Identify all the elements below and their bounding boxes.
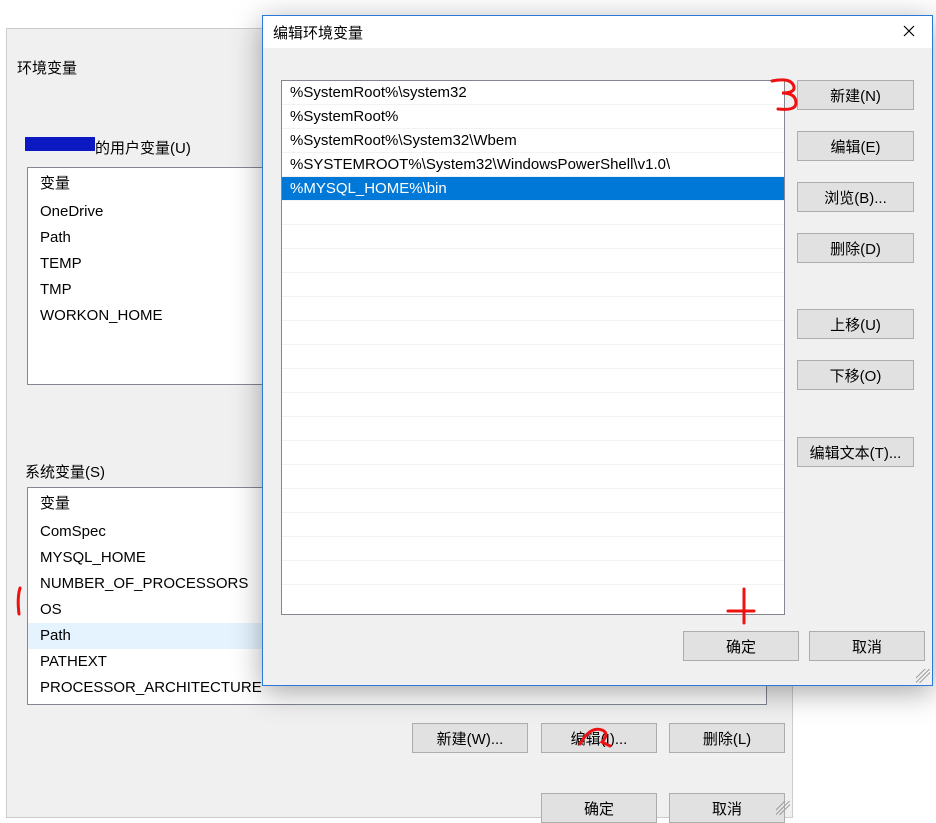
path-entry-row[interactable]: %SystemRoot% <box>282 105 784 129</box>
path-entry-row[interactable]: %SystemRoot%\System32\Wbem <box>282 129 784 153</box>
resize-grip-icon[interactable] <box>776 801 790 815</box>
path-entry-empty[interactable] <box>282 513 784 537</box>
delete-button[interactable]: 删除(D) <box>797 233 914 263</box>
cancel-button[interactable]: 取消 <box>669 793 785 823</box>
path-entry-empty[interactable] <box>282 201 784 225</box>
path-entry-empty[interactable] <box>282 561 784 585</box>
path-entry-empty[interactable] <box>282 225 784 249</box>
ok-button[interactable]: 确定 <box>683 631 799 661</box>
delete-button[interactable]: 删除(L) <box>669 723 785 753</box>
path-entry-empty[interactable] <box>282 465 784 489</box>
system-vars-label: 系统变量(S) <box>25 461 105 482</box>
edit-button[interactable]: 编辑(E) <box>797 131 914 161</box>
browse-button[interactable]: 浏览(B)... <box>797 182 914 212</box>
path-entry-empty[interactable] <box>282 273 784 297</box>
new-button[interactable]: 新建(W)... <box>412 723 528 753</box>
path-entry-empty[interactable] <box>282 489 784 513</box>
path-entry-empty[interactable] <box>282 345 784 369</box>
path-entry-empty[interactable] <box>282 537 784 561</box>
path-entry-empty[interactable] <box>282 393 784 417</box>
edit-environment-variable-dialog: 编辑环境变量 %SystemRoot%\system32%SystemRoot%… <box>262 15 933 686</box>
redacted-username <box>25 137 95 151</box>
env-dialog-title: 环境变量 <box>17 57 77 78</box>
edit-dialog-title: 编辑环境变量 <box>273 22 363 43</box>
path-entry-row[interactable]: %SYSTEMROOT%\System32\WindowsPowerShell\… <box>282 153 784 177</box>
path-entry-row[interactable]: %SystemRoot%\system32 <box>282 81 784 105</box>
system-var-row[interactable]: PROCESSOR_IDENTIFIER <box>28 701 766 705</box>
edit-button[interactable]: 编辑(I)... <box>541 723 657 753</box>
new-button[interactable]: 新建(N) <box>797 80 914 110</box>
ok-button[interactable]: 确定 <box>541 793 657 823</box>
path-entry-empty[interactable] <box>282 369 784 393</box>
move-down-button[interactable]: 下移(O) <box>797 360 914 390</box>
move-up-button[interactable]: 上移(U) <box>797 309 914 339</box>
path-entry-empty[interactable] <box>282 321 784 345</box>
close-icon <box>903 24 915 41</box>
resize-grip-icon[interactable] <box>916 669 930 683</box>
path-entry-row[interactable]: %MYSQL_HOME%\bin <box>282 177 784 201</box>
path-entry-empty[interactable] <box>282 417 784 441</box>
close-button[interactable] <box>886 16 932 48</box>
path-entries-listbox[interactable]: %SystemRoot%\system32%SystemRoot%%System… <box>281 80 785 615</box>
cancel-button[interactable]: 取消 <box>809 631 925 661</box>
path-entry-empty[interactable] <box>282 441 784 465</box>
path-entry-empty[interactable] <box>282 297 784 321</box>
path-entry-empty[interactable] <box>282 249 784 273</box>
edit-dialog-titlebar[interactable]: 编辑环境变量 <box>263 16 932 48</box>
edit-text-button[interactable]: 编辑文本(T)... <box>797 437 914 467</box>
